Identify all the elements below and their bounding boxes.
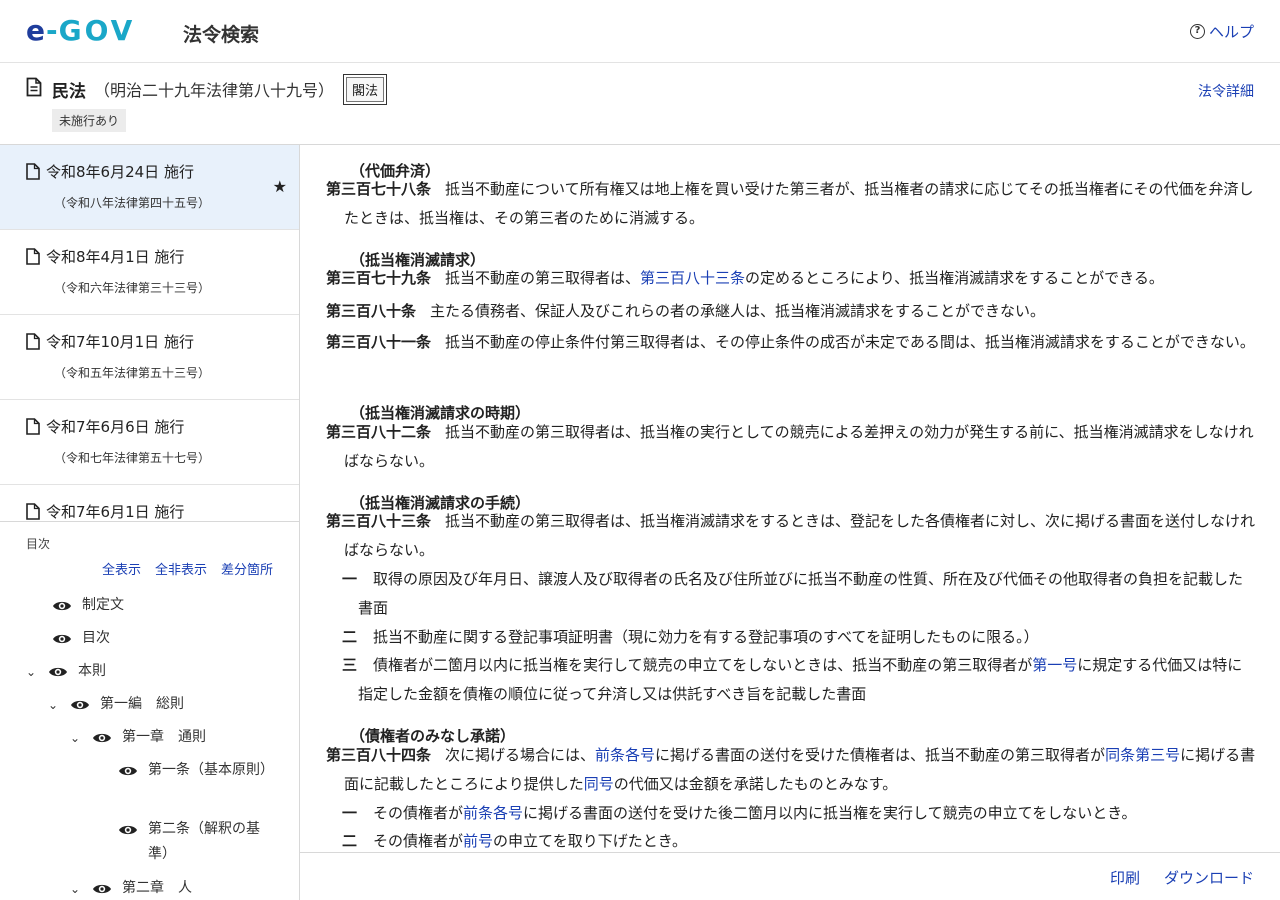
article-link[interactable]: 前条各号 bbox=[595, 746, 655, 764]
top-bar: e-GOV 法令検索 ? ヘルプ bbox=[0, 0, 1280, 63]
document-icon bbox=[26, 503, 40, 520]
egov-logo[interactable]: e-GOV bbox=[26, 16, 135, 46]
document-icon bbox=[26, 418, 40, 435]
article-item: 一取得の原因及び年月日、譲渡人及び取得者の氏名及び住所並びに抵当不動産の性質、所… bbox=[342, 570, 1244, 617]
article-379: 第三百七十九条 抵当不動産の第三取得者は、第三百八十三条の定めるところにより、抵当… bbox=[326, 269, 1164, 287]
toc-actions: 全表示 全非表示 差分箇所 bbox=[102, 559, 273, 578]
app-title: 法令検索 bbox=[183, 24, 260, 46]
download-link[interactable]: ダウンロード bbox=[1164, 867, 1254, 888]
article-384: 第三百八十四条 次に掲げる場合には、前条各号に掲げる書面の送付を受けた債権者は、抵… bbox=[326, 746, 1256, 793]
article-link[interactable]: 第三百八十三条 bbox=[640, 269, 745, 287]
chevron-down-icon[interactable]: ⌄ bbox=[70, 880, 84, 898]
version-date: 令和8年4月1日 施行 bbox=[46, 248, 185, 266]
toc-item[interactable]: ⌄ 第一編 総則 bbox=[48, 696, 184, 717]
toc-item[interactable]: ⌄ 第一章 通則 bbox=[70, 729, 206, 750]
law-detail-link[interactable]: 法令詳細 bbox=[1198, 81, 1254, 101]
version-law: （令和七年法律第五十七号） bbox=[54, 451, 211, 465]
eye-icon[interactable] bbox=[52, 599, 72, 613]
version-item[interactable]: 令和7年10月1日 施行 （令和五年法律第五十三号） bbox=[0, 315, 299, 400]
eye-icon[interactable] bbox=[92, 731, 112, 745]
article-link[interactable]: 同号 bbox=[584, 775, 614, 793]
item-link[interactable]: 第一号 bbox=[1032, 656, 1077, 674]
eye-icon[interactable] bbox=[92, 882, 112, 896]
chevron-down-icon[interactable]: ⌄ bbox=[48, 696, 62, 714]
article-link[interactable]: 同条第三号 bbox=[1105, 746, 1180, 764]
document-icon bbox=[26, 248, 40, 265]
item-link[interactable]: 前条各号 bbox=[463, 804, 523, 822]
diff-link[interactable]: 差分箇所 bbox=[221, 559, 273, 578]
toc-item[interactable]: 第二条（解釈の基準） bbox=[118, 821, 268, 867]
toc-item[interactable]: ⌄ 第二章 人 bbox=[70, 880, 192, 900]
version-law: （令和五年法律第五十三号） bbox=[54, 366, 211, 380]
show-all-link[interactable]: 全表示 bbox=[102, 559, 141, 578]
star-icon: ★ bbox=[272, 177, 287, 196]
article-item: 二抵当不動産に関する登記事項証明書（現に効力を有する登記事項のすべてを証明したも… bbox=[342, 628, 1039, 646]
sidebar: 令和8年6月24日 施行 （令和八年法律第四十五号） ★ 令和8年4月1日 施行… bbox=[0, 145, 300, 900]
article-item: 一その債権者が前条各号に掲げる書面の送付を受けた後二箇月以内に抵当権を実行して競… bbox=[342, 804, 1137, 822]
version-item[interactable]: 令和7年6月6日 施行 （令和七年法律第五十七号） bbox=[0, 400, 299, 485]
article-383: 第三百八十三条 抵当不動産の第三取得者は、抵当権消滅請求をするときは、登記をした各… bbox=[326, 512, 1256, 559]
footer-bar: 印刷 ダウンロード bbox=[300, 852, 1280, 900]
article-item: 三債権者が二箇月以内に抵当権を実行して競売の申立てをしないときは、抵当不動産の第… bbox=[342, 656, 1243, 703]
status-badge: 未施行あり bbox=[52, 109, 127, 132]
item-link[interactable]: 前号 bbox=[463, 832, 493, 850]
version-list[interactable]: 令和8年6月24日 施行 （令和八年法律第四十五号） ★ 令和8年4月1日 施行… bbox=[0, 145, 299, 522]
help-label: ヘルプ bbox=[1208, 23, 1254, 41]
version-date: 令和7年6月6日 施行 bbox=[46, 418, 185, 436]
law-header: 民法 （明治二十九年法律第八十九号） 閣法 未施行あり 法令詳細 bbox=[0, 63, 1280, 145]
chevron-down-icon[interactable]: ⌄ bbox=[70, 729, 84, 747]
article-382: 第三百八十二条 抵当不動産の第三取得者は、抵当権の実行としての競売による差押えの効… bbox=[326, 423, 1254, 470]
toc-label: 目次 bbox=[26, 537, 51, 551]
version-date: 令和8年6月24日 施行 bbox=[46, 163, 194, 181]
toc-item[interactable]: 制定文 bbox=[52, 597, 124, 618]
version-date: 令和7年6月1日 施行 bbox=[46, 503, 185, 521]
eye-icon[interactable] bbox=[52, 632, 72, 646]
law-type-badge: 閣法 bbox=[343, 74, 388, 105]
eye-icon[interactable] bbox=[118, 823, 138, 837]
law-text: （代価弁済） 第三百七十八条 抵当不動産について所有権又は地上権を買い受けた第三者… bbox=[300, 145, 1280, 852]
chevron-down-icon[interactable]: ⌄ bbox=[26, 663, 40, 681]
version-item[interactable]: 令和8年4月1日 施行 （令和六年法律第三十三号） bbox=[0, 230, 299, 315]
article-item: 二その債権者が前号の申立てを取り下げたとき。 bbox=[342, 832, 687, 850]
toc-item[interactable]: 目次 bbox=[52, 630, 110, 651]
version-item[interactable]: 令和7年6月1日 施行 bbox=[0, 485, 299, 521]
help-link[interactable]: ? ヘルプ bbox=[1189, 21, 1254, 42]
eye-icon[interactable] bbox=[70, 698, 90, 712]
version-item[interactable]: 令和8年6月24日 施行 （令和八年法律第四十五号） ★ bbox=[0, 145, 299, 230]
law-number: （明治二十九年法律第八十九号） bbox=[94, 81, 335, 100]
question-icon: ? bbox=[1189, 24, 1205, 39]
table-of-contents: 目次 全表示 全非表示 差分箇所 制定文 目次 ⌄ 本則 ⌄ 第一編 総則 ⌄ … bbox=[0, 523, 299, 900]
document-icon bbox=[26, 77, 42, 97]
toc-item[interactable]: 第一条（基本原則） bbox=[118, 762, 274, 783]
article-380: 第三百八十条 主たる債務者、保証人及びこれらの者の承継人は、抵当権消滅請求をするこ… bbox=[326, 302, 1046, 320]
article-378: 第三百七十八条 抵当不動産について所有権又は地上権を買い受けた第三者が、抵当権者の… bbox=[326, 180, 1254, 227]
article-381: 第三百八十一条 抵当不動産の停止条件付第三取得者は、その停止条件の成否が未定である… bbox=[326, 333, 1255, 351]
toc-item[interactable]: ⌄ 本則 bbox=[26, 663, 106, 684]
eye-icon[interactable] bbox=[118, 764, 138, 778]
eye-icon[interactable] bbox=[48, 665, 68, 679]
version-date: 令和7年10月1日 施行 bbox=[46, 333, 194, 351]
law-name: 民法 bbox=[52, 82, 86, 102]
document-icon bbox=[26, 333, 40, 350]
print-link[interactable]: 印刷 bbox=[1110, 867, 1140, 888]
version-law: （令和六年法律第三十三号） bbox=[54, 281, 211, 295]
document-icon bbox=[26, 163, 40, 180]
hide-all-link[interactable]: 全非表示 bbox=[155, 559, 207, 578]
version-law: （令和八年法律第四十五号） bbox=[54, 196, 211, 210]
